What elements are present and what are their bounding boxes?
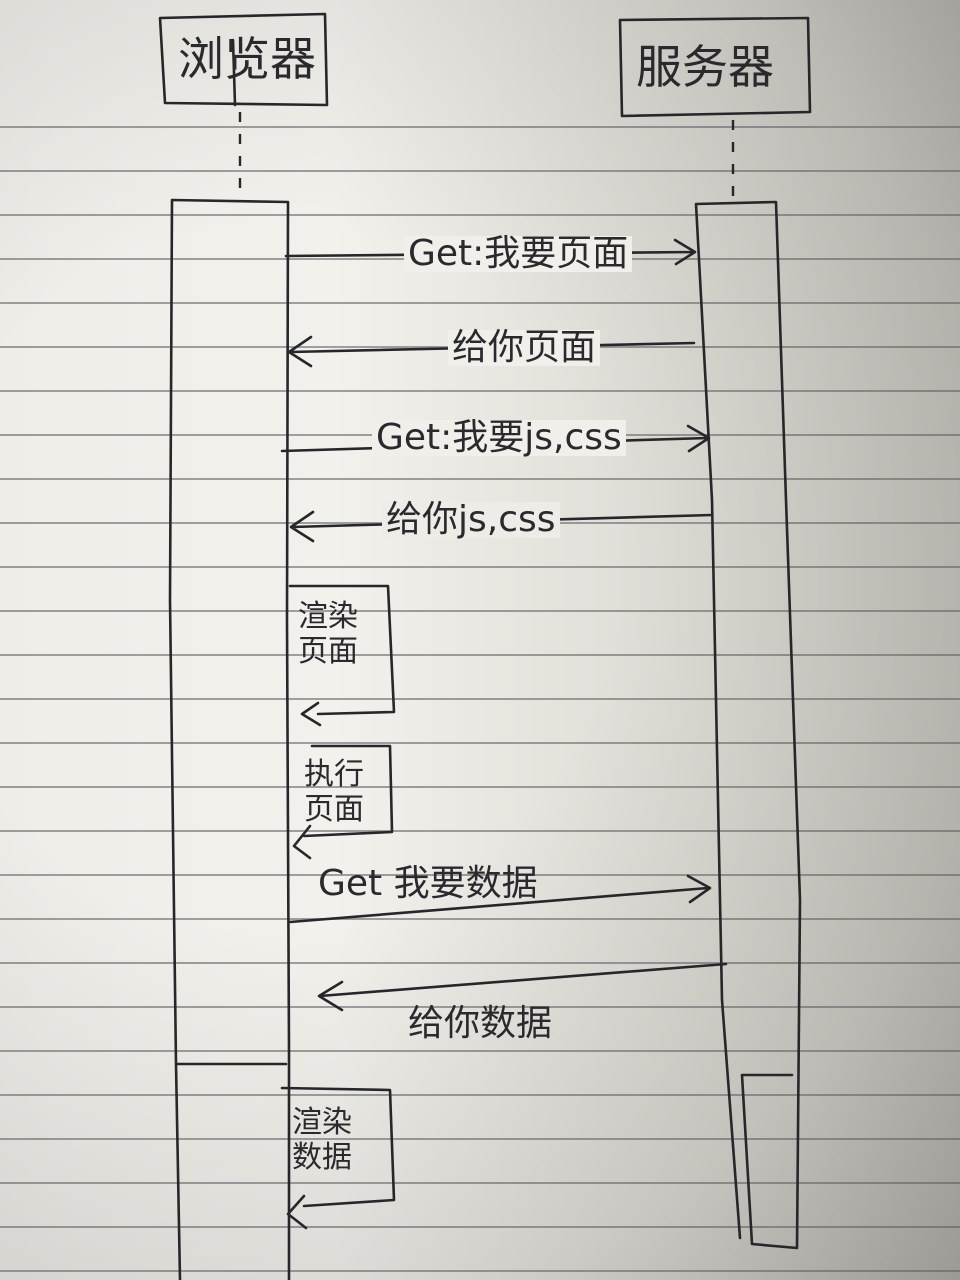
message-label-get-jscss: Get:我要js,css	[372, 420, 626, 456]
message-label-give-page: 给你页面	[448, 330, 601, 366]
actor-label-browser: 浏览器	[178, 32, 316, 86]
note-label-exec-page: 执行页面	[304, 757, 364, 827]
diagram-ink	[158, 12, 812, 1280]
message-label-get-page: Get:我要页面	[404, 236, 633, 272]
note-label-render-page: 渲染页面	[298, 599, 358, 669]
note-label-render-data: 渲染数据	[292, 1105, 352, 1175]
browser-activation-bar	[168, 198, 291, 1280]
message-label-get-data: Get 我要数据	[318, 863, 538, 904]
message-label-give-jscss: 给你js,css	[382, 502, 560, 538]
server-activation-bar	[694, 200, 802, 1250]
message-label-give-data: 给你数据	[408, 1003, 553, 1044]
note-arrow-exec-page	[292, 824, 312, 860]
actor-label-server: 服务器	[636, 40, 774, 94]
note-arrow-render-data	[286, 1194, 308, 1230]
